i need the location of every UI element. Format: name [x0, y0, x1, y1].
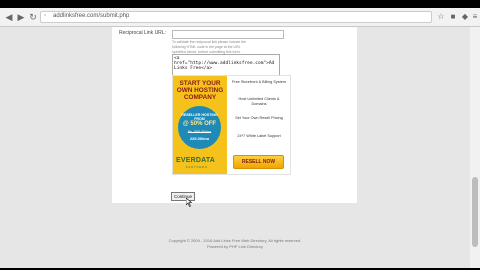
submit-form-panel: Reciprocal Link URL: To validate the rec… — [112, 27, 357, 207]
hosting-ad-banner[interactable]: START YOUR OWN HOSTING COMPANY RESELLER … — [172, 75, 291, 175]
offer-new-price: 225.00/mo — [189, 136, 210, 141]
mouse-cursor-icon — [186, 198, 192, 207]
reciprocal-url-input[interactable] — [172, 30, 284, 39]
hint-line: following HTML code in the page at the U… — [172, 45, 241, 49]
offer-old-price: Rs. 555.00/mo — [187, 130, 212, 134]
page-viewport: Reciprocal Link URL: To validate the rec… — [0, 27, 470, 268]
url-text: addlinksfree.com/submit.php — [53, 13, 130, 19]
offer-reseller: RESELLER HOSTING FROM — [181, 113, 218, 121]
footer-copyright: Copyright © 2009 - 2016 Add Links Free W… — [168, 238, 302, 243]
extension-icon[interactable]: ■ — [448, 11, 458, 23]
offer-percent: @ 50% OFF — [182, 121, 217, 127]
browser-toolbar: ◀ ▶ ↻ ▫ addlinksfree.com/submit.php ☆ ■ … — [0, 8, 480, 27]
ad-left-panel: START YOUR OWN HOSTING COMPANY RESELLER … — [173, 76, 227, 174]
brand-logo: EVERDATA — [176, 157, 216, 164]
offer-badge: RESELLER HOSTING FROM @ 50% OFF Rs. 555.… — [178, 106, 221, 149]
ad-headline: START YOUR OWN HOSTING COMPANY — [176, 80, 224, 102]
video-frame: ◀ ▶ ↻ ▫ addlinksfree.com/submit.php ☆ ■ … — [0, 0, 480, 270]
address-bar[interactable]: ▫ addlinksfree.com/submit.php — [40, 11, 432, 23]
brand-subtitle: PARTNERS — [186, 166, 208, 169]
ad-feature: 24*7 White Label Support — [237, 134, 281, 138]
page-icon: ▫ — [44, 13, 47, 19]
menu-icon[interactable]: ≡ — [470, 11, 480, 23]
resell-now-button[interactable]: RESELL NOW — [233, 155, 284, 169]
ad-feature: Host Unlimited Clients & Domains — [238, 97, 280, 106]
browser-window: ◀ ▶ ↻ ▫ addlinksfree.com/submit.php ☆ ■ … — [0, 8, 480, 268]
star-icon[interactable]: ☆ — [436, 11, 446, 23]
ad-feature: Set Your Own Resell Pricing — [235, 116, 283, 120]
forward-icon[interactable]: ▶ — [15, 11, 27, 23]
ad-feature: Free Storefront & Billing System — [231, 80, 287, 84]
scrollbar-thumb[interactable] — [472, 177, 478, 247]
footer-powered-by: Powered by PHP Link Directory — [207, 244, 263, 249]
vertical-scrollbar[interactable] — [470, 27, 480, 268]
reload-icon[interactable]: ↻ — [27, 11, 39, 23]
reciprocal-url-label: Reciprocal Link URL: — [119, 30, 166, 36]
extension-icon-2[interactable]: ◆ — [460, 11, 470, 23]
link-code-textarea[interactable]: <a href="http://www.addlinksfree.com">Ad… — [172, 54, 280, 76]
back-icon[interactable]: ◀ — [3, 11, 15, 23]
hint-line: To validate the reciprocal link please i… — [172, 40, 247, 44]
